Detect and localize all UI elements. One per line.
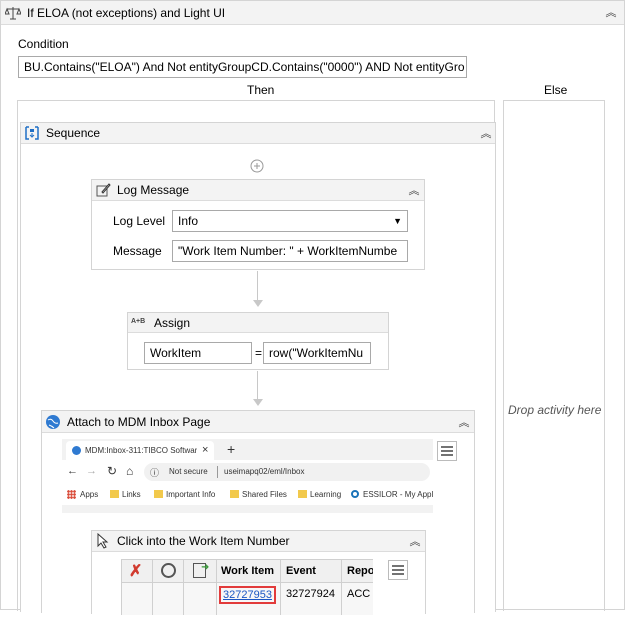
if-activity-title: If ELOA (not exceptions) and Light UI [27, 6, 226, 20]
sequence-title: Sequence [46, 126, 101, 140]
table-screenshot: ✗ ➜ Work Item Event Repo 32727953 327279… [121, 559, 373, 615]
attach-browser-activity[interactable]: Attach to MDM Inbox Page ︽ MDM:Inbox-311… [41, 410, 475, 615]
log-message-activity[interactable]: Log Message ︽ Log Level Info ▼ Message "… [91, 179, 425, 270]
url-text: useimapq02/eml/Inbox [224, 467, 305, 476]
browser-tab-title: MDM:Inbox-311:TIBCO Software [85, 446, 197, 455]
info-icon: ⓘ [150, 468, 160, 478]
collapse-icon[interactable]: ︽ [407, 184, 421, 198]
bookmark-essilor: ESSILOR - My Appl [363, 490, 433, 499]
tab-close-icon: × [202, 444, 209, 456]
bookmark-shared-files: Shared Files [242, 490, 287, 499]
log-message-header[interactable]: Log Message ︽ [92, 180, 424, 201]
assign-activity[interactable]: A+B Assign WorkItem = row("WorkItemNu [127, 312, 389, 370]
bookmark-learning: Learning [310, 490, 342, 499]
assign-to-field[interactable]: WorkItem [144, 342, 252, 364]
collapse-icon[interactable]: ︽ [457, 416, 471, 430]
then-branch[interactable]: Sequence ︽ Log Message ︽ Log Level Info [17, 100, 496, 615]
if-activity[interactable]: If ELOA (not exceptions) and Light UI ︽ … [0, 0, 625, 615]
dropdown-arrow-icon: ▼ [393, 216, 402, 226]
bookmarks-bar: Apps Links Important Info Shared Files L… [62, 485, 433, 505]
essilor-icon [351, 490, 359, 498]
bookmark-important-info: Important Info [166, 490, 216, 499]
condition-field[interactable]: BU.Contains("ELOA") And Not entityGroupC… [18, 56, 467, 78]
log-level-value: Info [178, 214, 199, 228]
reload-icon: ↻ [107, 464, 118, 478]
collapse-icon[interactable]: ︽ [479, 127, 493, 141]
menu-icon[interactable] [437, 441, 457, 461]
browser-toolbar: ← → ↻ ⌂ ⓘ Not secure useimapq02/eml/Inbo… [62, 460, 433, 485]
folder-icon [230, 490, 239, 498]
browser-screenshot: MDM:Inbox-311:TIBCO Software × + ← → ↻ ⌂… [62, 439, 433, 513]
table-cell-empty [184, 583, 217, 615]
folder-icon [110, 490, 119, 498]
apps-icon [67, 490, 76, 499]
table-header-event: Event [281, 560, 342, 583]
assign-equals: = [255, 346, 263, 360]
then-label: Then [247, 83, 275, 97]
click-header[interactable]: Click into the Work Item Number ︽ [92, 531, 425, 552]
table-cell-empty [122, 583, 153, 615]
browser-tab: MDM:Inbox-311:TIBCO Software × [66, 441, 214, 460]
log-level-label: Log Level [113, 214, 166, 228]
else-drop-hint: Drop activity here [508, 403, 602, 417]
table-tool-cell: ✗ [122, 560, 153, 583]
log-level-select[interactable]: Info ▼ [172, 210, 408, 232]
not-secure-text: Not secure [169, 467, 208, 476]
table-cell-work-item: 32727953 [217, 583, 281, 615]
assign-value-field[interactable]: row("WorkItemNu [263, 342, 371, 364]
log-pencil-icon [95, 182, 111, 198]
condition-label: Condition [18, 37, 69, 51]
flow-arrow-icon [253, 399, 263, 406]
collapse-icon[interactable]: ︽ [408, 535, 422, 549]
table-header-work-item: Work Item [217, 560, 281, 583]
timer-icon [161, 563, 176, 578]
click-title: Click into the Work Item Number [117, 534, 290, 548]
delete-icon: ✗ [129, 563, 143, 580]
table-cell-repo: ACC [342, 583, 373, 615]
back-icon: ← [67, 465, 78, 477]
address-divider [217, 466, 218, 478]
assign-title: Assign [154, 316, 191, 330]
table-cell-event: 32727924 [281, 583, 342, 615]
bookmark-apps: Apps [80, 490, 99, 499]
assign-header[interactable]: A+B Assign [128, 313, 388, 333]
address-bar: ⓘ Not secure useimapq02/eml/Inbox [144, 463, 430, 481]
work-item-link: 32727953 [219, 586, 276, 604]
new-tab-icon: + [227, 441, 236, 457]
cursor-icon [95, 533, 111, 549]
table-tool-cell: ➜ [184, 560, 217, 583]
globe-icon [45, 414, 61, 430]
table-tool-cell [153, 560, 184, 583]
if-scale-icon [5, 5, 21, 21]
forward-icon: → [86, 465, 97, 477]
attach-header[interactable]: Attach to MDM Inbox Page ︽ [42, 411, 474, 433]
log-message-title: Log Message [117, 183, 190, 197]
sequence-icon [24, 125, 40, 141]
folder-icon [154, 490, 163, 498]
menu-icon[interactable] [388, 560, 408, 580]
tab-favicon-icon [72, 446, 81, 455]
assign-icon: A+B [131, 318, 146, 325]
attach-title: Attach to MDM Inbox Page [67, 415, 211, 429]
export-arrow-icon: ➜ [201, 562, 210, 573]
table-header-repo: Repo [342, 560, 373, 583]
sequence-activity[interactable]: Sequence ︽ Log Message ︽ Log Level Info [20, 122, 496, 615]
else-label: Else [544, 83, 568, 97]
flow-arrow-icon [253, 300, 263, 307]
sequence-header[interactable]: Sequence ︽ [21, 123, 495, 144]
home-icon: ⌂ [126, 464, 134, 478]
flow-connector [257, 371, 258, 400]
click-activity[interactable]: Click into the Work Item Number ︽ ✗ ➜ Wo… [91, 530, 426, 615]
message-label: Message [113, 244, 162, 258]
table-cell-empty [153, 583, 184, 615]
else-branch[interactable]: Drop activity here [503, 100, 605, 611]
add-activity-icon[interactable] [250, 159, 264, 173]
message-field[interactable]: "Work Item Number: " + WorkItemNumbe [172, 240, 408, 262]
collapse-icon[interactable]: ︽ [604, 6, 618, 20]
flow-connector [257, 271, 258, 301]
folder-icon [298, 490, 307, 498]
bookmark-links: Links [122, 490, 141, 499]
if-activity-header[interactable]: If ELOA (not exceptions) and Light UI ︽ [1, 1, 624, 25]
